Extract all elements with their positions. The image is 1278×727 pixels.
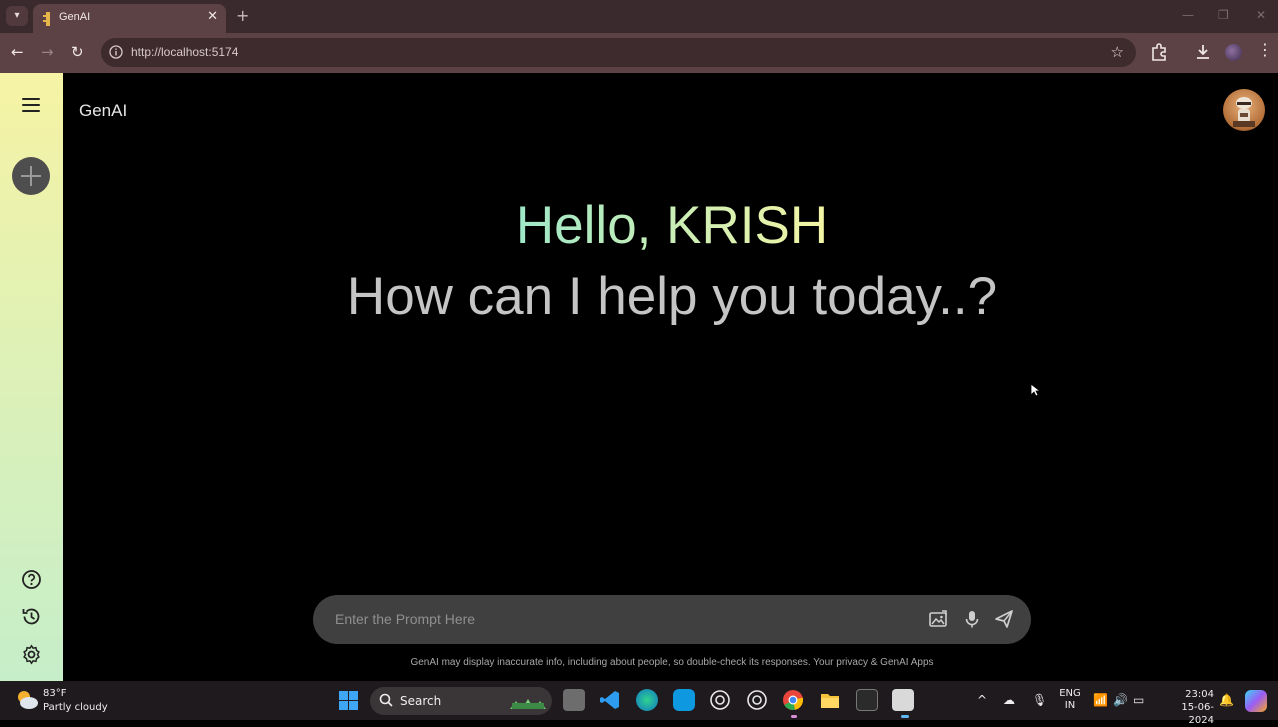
reload-icon[interactable]: ↻ bbox=[71, 43, 84, 61]
sidebar bbox=[0, 73, 63, 681]
chatgpt-icon-2[interactable] bbox=[746, 689, 768, 711]
close-window-icon[interactable]: ✕ bbox=[1256, 8, 1266, 22]
subtitle: How can I help you today..? bbox=[346, 267, 998, 326]
send-icon[interactable] bbox=[993, 608, 1015, 630]
battery-icon[interactable]: ▭ bbox=[1133, 693, 1144, 707]
tab-list-icon[interactable]: ▾ bbox=[6, 6, 28, 26]
profile-icon[interactable] bbox=[1225, 44, 1242, 61]
help-icon[interactable] bbox=[21, 569, 42, 590]
tab-title: GenAI bbox=[59, 11, 91, 23]
chrome-icon[interactable] bbox=[782, 689, 804, 711]
mouse-pointer-icon bbox=[1030, 383, 1040, 397]
chatgpt-icon[interactable] bbox=[709, 689, 731, 711]
skype-icon[interactable] bbox=[673, 689, 695, 711]
prompt-box bbox=[313, 595, 1031, 644]
volume-icon[interactable]: 🔊 bbox=[1113, 693, 1128, 707]
back-icon[interactable]: ← bbox=[11, 43, 24, 61]
search-highlight-icon bbox=[510, 699, 546, 709]
address-bar[interactable]: http://localhost:5174 ☆ bbox=[101, 38, 1136, 67]
new-chat-button[interactable] bbox=[12, 157, 50, 195]
taskbar-search[interactable]: Search bbox=[370, 687, 552, 715]
browser-tab[interactable]: GenAI ✕ bbox=[33, 4, 226, 33]
vscode-icon[interactable] bbox=[599, 689, 621, 711]
notification-bell-icon[interactable]: 🔔 bbox=[1219, 693, 1234, 707]
weather-temp: 83°F bbox=[43, 688, 67, 699]
search-label: Search bbox=[400, 694, 442, 708]
menu-icon[interactable] bbox=[22, 98, 40, 112]
app-brand: GenAI bbox=[79, 101, 128, 120]
file-explorer-icon[interactable] bbox=[819, 689, 841, 711]
menu-icon[interactable]: ⋮ bbox=[1257, 42, 1273, 58]
settings-icon[interactable] bbox=[21, 644, 42, 665]
tray-chevron-icon[interactable]: ^ bbox=[977, 693, 987, 707]
task-view-icon[interactable] bbox=[563, 689, 585, 711]
download-icon[interactable] bbox=[1194, 43, 1212, 61]
close-tab-icon[interactable]: ✕ bbox=[207, 9, 218, 24]
forward-icon[interactable]: → bbox=[41, 43, 54, 61]
browser-tab-bar: ▾ GenAI ✕ + — ❐ ✕ bbox=[0, 0, 1278, 33]
gallery-icon[interactable] bbox=[927, 608, 949, 630]
favicon bbox=[43, 12, 50, 26]
disclaimer: GenAI may display inaccurate info, inclu… bbox=[410, 657, 934, 668]
lang-line2: IN bbox=[1064, 700, 1076, 711]
chrome-active-dot bbox=[791, 715, 797, 718]
greeting: Hello, KRISH bbox=[63, 195, 1278, 257]
onedrive-icon[interactable]: ☁ bbox=[1003, 693, 1015, 707]
clock-time: 23:04 bbox=[1185, 689, 1214, 700]
wifi-icon[interactable]: 📶 bbox=[1093, 693, 1108, 707]
extensions-icon[interactable] bbox=[1150, 43, 1168, 61]
url-text[interactable]: http://localhost:5174 bbox=[131, 45, 238, 59]
snipping-tool-icon[interactable] bbox=[892, 689, 914, 711]
windows-start-icon[interactable] bbox=[339, 691, 358, 710]
system-clock[interactable]: 23:04 15-06-2024 bbox=[1156, 688, 1214, 727]
snipping-active-dot bbox=[901, 715, 909, 718]
clock-date: 15-06-2024 bbox=[1181, 702, 1214, 726]
restore-icon[interactable]: ❐ bbox=[1218, 8, 1229, 22]
weather-desc: Partly cloudy bbox=[43, 702, 108, 713]
new-tab-icon[interactable]: + bbox=[236, 6, 249, 25]
prompt-input[interactable] bbox=[335, 608, 915, 630]
minimize-icon[interactable]: — bbox=[1182, 8, 1194, 22]
language-indicator[interactable]: ENG IN bbox=[1059, 688, 1081, 712]
lang-line1: ENG bbox=[1059, 688, 1081, 699]
history-icon[interactable] bbox=[21, 606, 42, 627]
weather-icon[interactable] bbox=[14, 688, 40, 712]
browser-toolbar: ← → ↻ http://localhost:5174 ☆ ⋮ bbox=[0, 33, 1278, 73]
edge-icon[interactable] bbox=[636, 689, 658, 711]
terminal-icon[interactable] bbox=[856, 689, 878, 711]
plus-icon bbox=[21, 166, 41, 186]
site-info-icon[interactable] bbox=[109, 45, 123, 59]
mic-icon[interactable] bbox=[961, 608, 983, 630]
search-icon bbox=[379, 693, 393, 707]
bookmark-star-icon[interactable]: ☆ bbox=[1111, 43, 1124, 61]
copilot-icon[interactable] bbox=[1245, 690, 1267, 712]
taskbar: 83°F Partly cloudy Search ^ ☁ 🎙 ENG IN 📶… bbox=[0, 681, 1278, 726]
greeting-text: Hello, KRISH bbox=[515, 196, 829, 255]
robot-avatar-icon bbox=[1233, 97, 1255, 127]
main-content: GenAI Hello, KRISH How can I help you to… bbox=[63, 73, 1278, 681]
user-avatar[interactable] bbox=[1223, 89, 1265, 131]
mic-tray-icon[interactable]: 🎙 bbox=[1032, 693, 1047, 707]
